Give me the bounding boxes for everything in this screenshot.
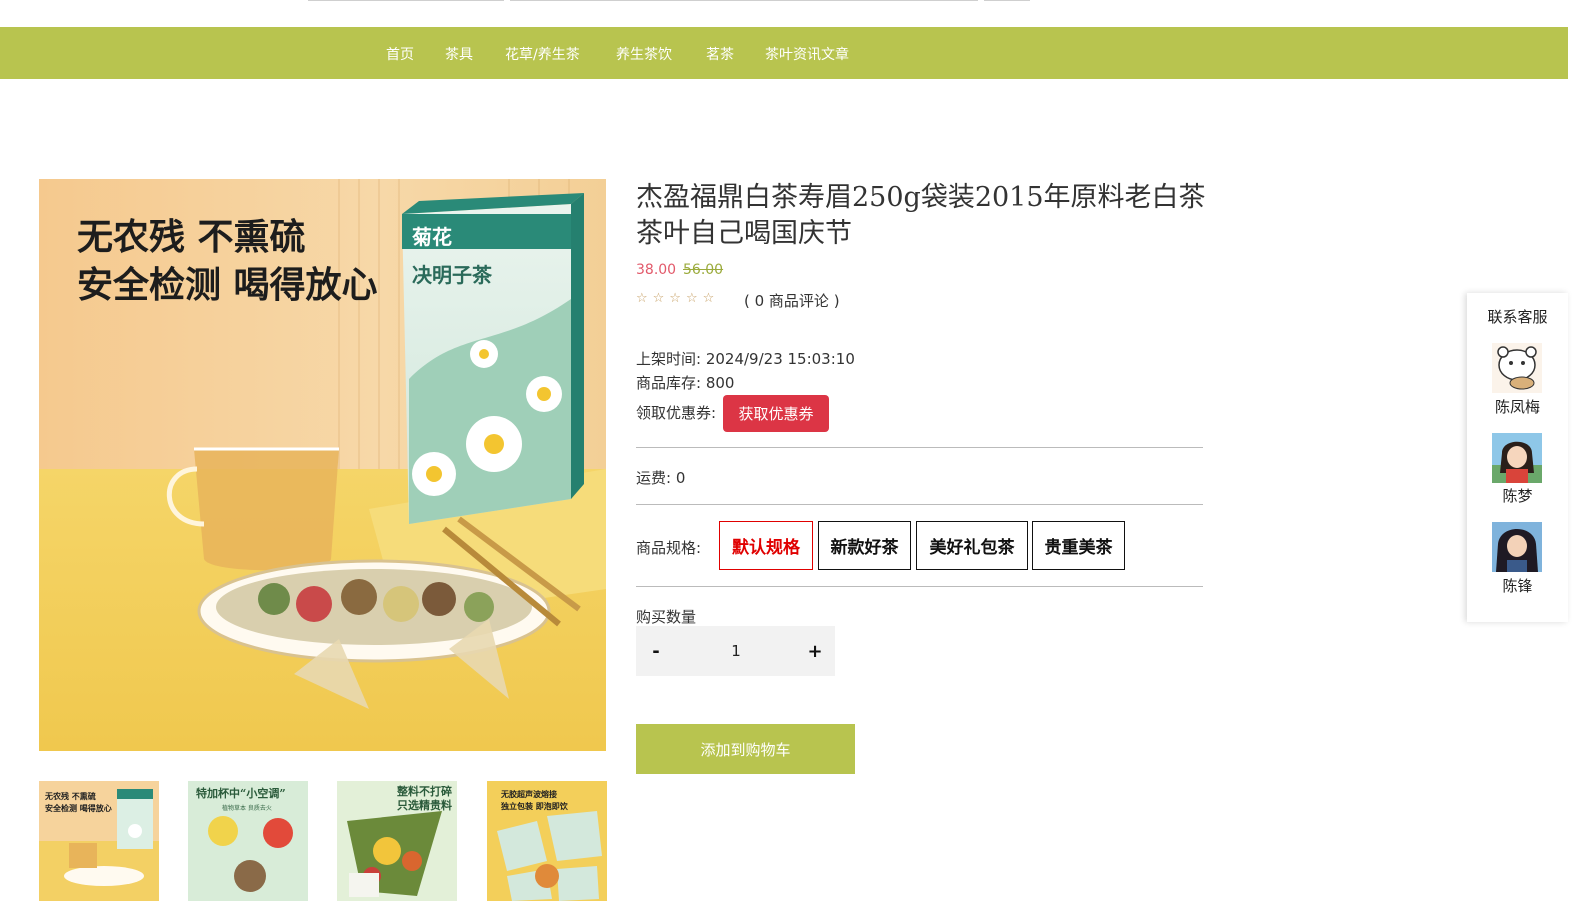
customer-service-panel: 联系客服 陈凤梅 陈梦 陈锋 xyxy=(1467,293,1568,622)
quantity-decrease-button[interactable]: - xyxy=(636,626,676,676)
divider xyxy=(636,586,1203,587)
nav-item-herbal-tea[interactable]: 花草/养生茶 xyxy=(505,44,580,64)
header-search-stub xyxy=(510,0,978,1)
spec-option-new-tea[interactable]: 新款好茶 xyxy=(818,521,911,570)
agent-name-2[interactable]: 陈梦 xyxy=(1467,485,1568,506)
thumb-2-caption-1: 特加杯中“小空调” xyxy=(196,786,286,800)
thumbnail-1[interactable]: 无农残 不熏硫 安全检测 喝得放心 xyxy=(39,781,159,901)
product-main-image: 无农残 不熏硫 安全检测 喝得放心 菊花 决明子茶 xyxy=(39,179,606,751)
stock-count: 商品库存: 800 xyxy=(636,374,735,392)
thumb-4-caption-1: 无胶超声波熔接 xyxy=(500,789,557,799)
nav-item-famous-tea[interactable]: 茗茶 xyxy=(706,44,734,64)
quantity-label: 购买数量 xyxy=(636,608,697,626)
header-button-stub xyxy=(984,0,1030,1)
main-image-headline-2: 安全检测 喝得放心 xyxy=(77,264,378,306)
thumb-1-caption-2: 安全检测 喝得放心 xyxy=(45,803,112,813)
spec-label: 商品规格: xyxy=(636,539,702,557)
shipping-fee: 运费: 0 xyxy=(636,469,686,487)
quantity-increase-button[interactable]: + xyxy=(795,626,835,676)
thumb-1-caption-1: 无农残 不熏硫 xyxy=(44,791,96,801)
divider xyxy=(636,504,1203,505)
rating-stars[interactable]: ☆☆☆☆☆ xyxy=(636,291,719,306)
review-count-link[interactable]: ( 0 商品评论 ) xyxy=(744,290,840,311)
agent-name-1[interactable]: 陈凤梅 xyxy=(1467,396,1568,417)
quantity-stepper: - + xyxy=(636,626,835,676)
product-old-price: 56.00 xyxy=(683,262,724,278)
agent-avatar-2[interactable] xyxy=(1492,433,1542,483)
box-label-2: 决明子茶 xyxy=(412,263,493,287)
thumbnail-3[interactable]: 整料不打碎 只选精贵料 xyxy=(337,781,457,901)
thumbnail-4[interactable]: 无胶超声波熔接 独立包装 即泡即饮 xyxy=(487,781,607,901)
main-image-headline-1: 无农残 不熏硫 xyxy=(77,217,306,258)
listed-time: 上架时间: 2024/9/23 15:03:10 xyxy=(636,350,855,368)
thumbnail-2[interactable]: 特加杯中“小空调” 植物草本 良质去火 xyxy=(188,781,308,901)
header-stub-left xyxy=(308,0,504,1)
agent-avatar-3[interactable] xyxy=(1492,522,1542,572)
spec-option-gift-pack[interactable]: 美好礼包茶 xyxy=(916,521,1028,570)
spec-option-premium[interactable]: 贵重美茶 xyxy=(1032,521,1125,570)
main-nav: 首页 茶具 花草/养生茶 养生茶饮 茗茶 茶叶资讯文章 xyxy=(0,27,1568,79)
quantity-input[interactable] xyxy=(686,636,786,666)
product-price: 38.00 xyxy=(636,262,677,278)
nav-item-teaware[interactable]: 茶具 xyxy=(445,44,473,64)
add-to-cart-button[interactable]: 添加到购物车 xyxy=(636,724,855,774)
customer-service-title: 联系客服 xyxy=(1487,308,1548,326)
agent-name-3[interactable]: 陈锋 xyxy=(1467,575,1568,596)
nav-item-tea-articles[interactable]: 茶叶资讯文章 xyxy=(765,44,849,64)
product-title: 杰盈福鼎白茶寿眉250g袋装2015年原料老白茶茶叶自己喝国庆节 xyxy=(636,182,1206,249)
nav-item-home[interactable]: 首页 xyxy=(386,44,414,64)
nav-item-health-drinks[interactable]: 养生茶饮 xyxy=(616,44,672,64)
thumb-4-caption-2: 独立包装 即泡即饮 xyxy=(500,801,569,811)
thumb-3-caption-1: 整料不打碎 xyxy=(396,784,452,798)
box-label-1: 菊花 xyxy=(412,225,452,249)
spec-option-default[interactable]: 默认规格 xyxy=(719,521,813,570)
thumb-3-caption-2: 只选精贵料 xyxy=(397,798,452,812)
coupon-label: 领取优惠券: xyxy=(636,404,717,422)
get-coupon-button[interactable]: 获取优惠券 xyxy=(723,395,829,432)
divider xyxy=(636,447,1203,448)
thumb-2-caption-2: 植物草本 良质去火 xyxy=(222,804,272,812)
agent-avatar-1[interactable] xyxy=(1492,343,1542,393)
